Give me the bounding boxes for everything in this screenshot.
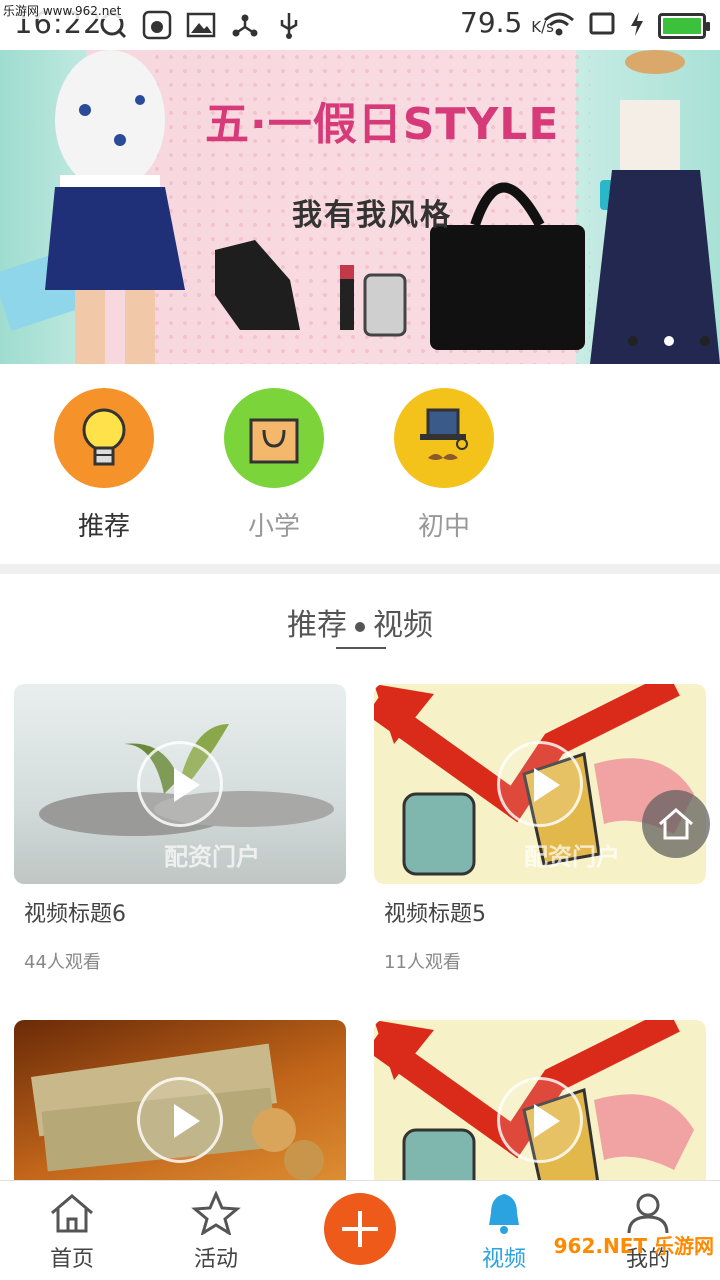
nav-label: 首页 bbox=[49, 1247, 94, 1272]
nav-label: 活动 bbox=[193, 1247, 238, 1272]
nav-video[interactable]: 视频 bbox=[454, 1191, 554, 1273]
pager-dot[interactable] bbox=[628, 336, 638, 346]
site-logo: 962.NET 乐游网 bbox=[553, 1234, 714, 1258]
play-icon[interactable] bbox=[497, 741, 583, 827]
video-thumbnail[interactable]: 配资门户 bbox=[14, 684, 346, 884]
play-icon[interactable] bbox=[137, 1077, 223, 1163]
top-hat-icon bbox=[394, 388, 494, 488]
battery-icon bbox=[658, 13, 710, 39]
video-title[interactable]: 视频标题6 bbox=[14, 896, 346, 928]
uc-browser-icon bbox=[142, 10, 172, 40]
category-row: 推荐 小学 初中 bbox=[0, 364, 720, 564]
banner-subtitle: 我有我风格 bbox=[292, 198, 452, 233]
nav-label: 视频 bbox=[481, 1247, 526, 1272]
category-label: 初中 bbox=[417, 512, 470, 542]
section-title-right: 视频 bbox=[373, 608, 433, 643]
category-junior[interactable]: 初中 bbox=[384, 388, 504, 543]
home-icon bbox=[47, 1191, 97, 1241]
video-views: 11人观看 bbox=[384, 952, 461, 973]
share-icon bbox=[230, 10, 260, 40]
add-button[interactable] bbox=[324, 1193, 396, 1265]
promo-banner[interactable]: 五·一假日STYLE 我有我风格 bbox=[0, 50, 720, 364]
usb-icon bbox=[274, 10, 304, 40]
wifi-icon bbox=[542, 10, 576, 42]
section-underline bbox=[336, 647, 386, 649]
floating-home-button[interactable] bbox=[642, 790, 710, 858]
section-title-left: 推荐 bbox=[287, 608, 347, 643]
charging-icon bbox=[628, 10, 646, 42]
lightbulb-icon bbox=[54, 388, 154, 488]
banner-headline: 五·一假日STYLE bbox=[205, 99, 560, 150]
network-speed-value: 79.5 bbox=[460, 6, 523, 39]
bell-icon bbox=[479, 1191, 529, 1241]
pager-dot[interactable] bbox=[700, 336, 710, 346]
network-speed: 79.5 K/s bbox=[460, 6, 554, 39]
category-label: 小学 bbox=[247, 512, 300, 542]
home-icon bbox=[659, 808, 693, 840]
category-recommend[interactable]: 推荐 bbox=[44, 388, 164, 543]
nav-home[interactable]: 首页 bbox=[22, 1191, 122, 1273]
pager-dot-active[interactable] bbox=[664, 336, 674, 346]
video-views: 44人观看 bbox=[24, 952, 101, 973]
play-icon[interactable] bbox=[497, 1077, 583, 1163]
section-title: 推荐 视频 bbox=[0, 600, 720, 644]
video-title[interactable]: 视频标题5 bbox=[374, 896, 706, 928]
gallery-icon bbox=[186, 10, 216, 40]
screen-icon bbox=[588, 11, 616, 41]
star-icon bbox=[191, 1190, 241, 1241]
status-bar: 16:22 79.5 K/s 乐游网 www.962.net bbox=[0, 0, 720, 50]
banner-pager bbox=[628, 336, 710, 346]
bullet-icon bbox=[355, 621, 365, 632]
thumbnail-watermark: 配资门户 bbox=[524, 843, 620, 871]
shopping-bag-icon bbox=[224, 388, 324, 488]
nav-activity[interactable]: 活动 bbox=[166, 1190, 266, 1273]
system-icons bbox=[542, 10, 710, 42]
category-primary[interactable]: 小学 bbox=[214, 388, 334, 543]
video-card[interactable]: 配资门户 视频标题6 44人观看 bbox=[14, 684, 346, 974]
thumbnail-watermark: 配资门户 bbox=[164, 843, 260, 871]
notification-icons bbox=[98, 10, 304, 40]
category-label: 推荐 bbox=[77, 512, 130, 542]
play-icon[interactable] bbox=[137, 741, 223, 827]
site-watermark: 乐游网 www.962.net bbox=[0, 2, 125, 19]
section-divider bbox=[0, 564, 720, 574]
